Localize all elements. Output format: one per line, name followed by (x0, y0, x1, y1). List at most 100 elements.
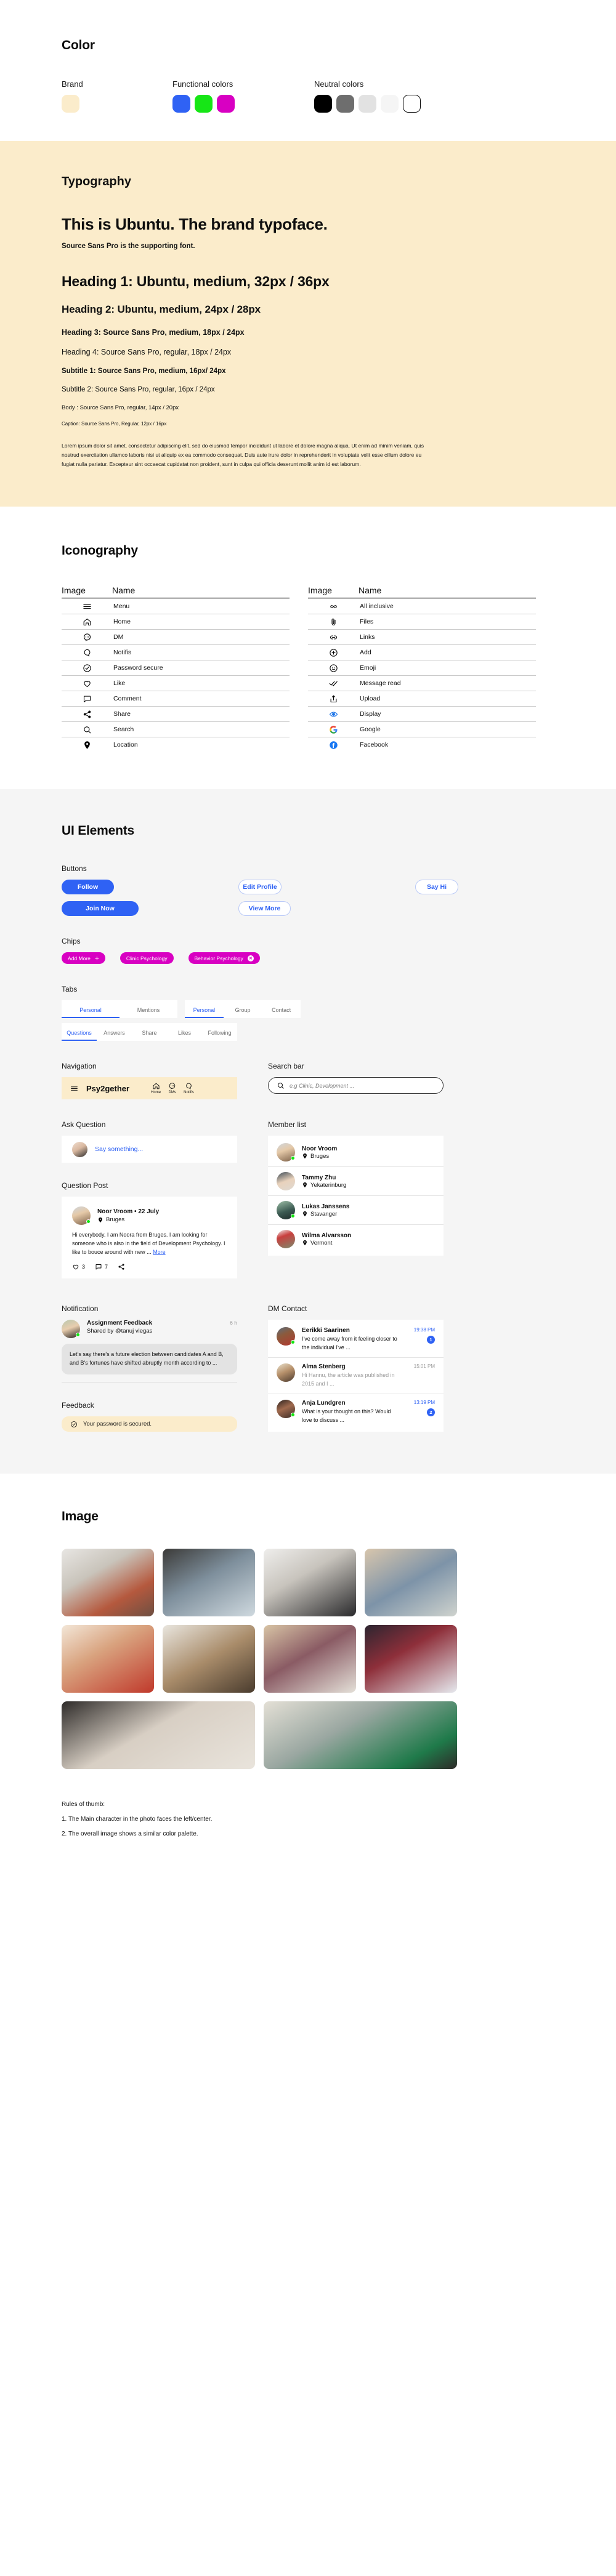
color-swatch[interactable] (195, 95, 213, 113)
chip-list: Add More + Clinic Psychology Behavior Ps… (62, 952, 554, 965)
photo-thumbnail[interactable] (264, 1701, 457, 1770)
color-swatch[interactable] (336, 95, 354, 113)
photo-thumbnail[interactable] (365, 1549, 457, 1617)
check-circle-icon (71, 1421, 77, 1427)
post-more-link[interactable]: More (153, 1249, 166, 1255)
photo-thumbnail[interactable] (62, 1549, 154, 1617)
member-location-text: Stavanger (310, 1210, 338, 1218)
post-author-name: Noor Vroom (97, 1208, 133, 1216)
photo-thumbnail[interactable] (163, 1549, 255, 1617)
chip-behavior-psychology[interactable]: Behavior Psychology ✕ (188, 952, 260, 965)
close-icon[interactable]: ✕ (247, 955, 254, 961)
comment-action[interactable]: 7 (95, 1263, 108, 1270)
tab-share[interactable]: Share (132, 1030, 167, 1041)
follow-button[interactable]: Follow (62, 880, 114, 895)
notification-dm-row: Notification Assignment Feedback Shared … (62, 1304, 554, 1432)
dm-icon (169, 1083, 176, 1089)
col-header-image: Image (308, 585, 332, 596)
search-input[interactable] (290, 1082, 435, 1089)
typography-paragraph: Lorem ipsum dolor sit amet, consectetur … (62, 443, 424, 467)
tab-mentions[interactable]: Mentions (120, 1007, 177, 1018)
chip-clinic-psychology[interactable]: Clinic Psychology (120, 952, 174, 965)
color-swatch[interactable] (403, 95, 421, 113)
image-grid (62, 1549, 554, 1770)
icon-name: Search (113, 726, 134, 734)
join-now-button[interactable]: Join Now (62, 901, 139, 917)
icon-name: Notifis (113, 649, 132, 657)
color-swatch[interactable] (381, 95, 399, 113)
nav-item-home[interactable]: Home (151, 1082, 161, 1094)
share-icon (62, 710, 112, 719)
typography-h3-sample: Heading 3: Source Sans Pro, medium, 18px… (62, 328, 245, 337)
list-item[interactable]: Eerikki Saarinen I've come away from it … (268, 1322, 444, 1357)
buttons-group-label: Buttons (62, 864, 87, 873)
avatar[interactable] (72, 1206, 91, 1226)
like-action[interactable]: 3 (72, 1263, 85, 1270)
dm-message: I've come away from it feeling closer to… (302, 1336, 397, 1350)
photo-thumbnail[interactable] (264, 1625, 356, 1693)
color-swatch[interactable] (62, 95, 79, 113)
tab-answers[interactable]: Answers (97, 1030, 132, 1041)
menu-icon[interactable] (70, 1085, 78, 1093)
rules-title: Rules of thumb: (62, 1801, 105, 1808)
online-status-dot (76, 1333, 80, 1338)
tab-questions[interactable]: Questions (62, 1030, 97, 1041)
icon-row: DM (62, 629, 290, 644)
color-group-label: Brand (62, 79, 83, 89)
say-hi-button[interactable]: Say Hi (415, 880, 458, 895)
col-header-name: Name (112, 585, 136, 596)
dm-meta: 13:19 PM 2 (405, 1400, 435, 1417)
icon-tables: Image Name Menu Home DM Notifis Password… (62, 585, 554, 752)
button-grid: Follow Edit Profile Say Hi Join Now View… (62, 880, 554, 917)
plus-icon[interactable]: + (95, 955, 99, 962)
icon-row: All inclusive (308, 598, 536, 614)
tab-following[interactable]: Following (202, 1030, 237, 1041)
icon-row: Emoji (308, 660, 536, 675)
tab-contact[interactable]: Contact (262, 1007, 301, 1018)
avatar[interactable] (62, 1320, 80, 1339)
tabs-group-label: Tabs (62, 985, 78, 994)
tab-personal[interactable]: Personal (185, 1007, 224, 1019)
ask-question-card[interactable]: Say something... (62, 1136, 237, 1163)
list-item[interactable]: Lukas Janssens Stavanger (268, 1195, 444, 1224)
photo-thumbnail[interactable] (264, 1549, 356, 1617)
tab-group[interactable]: Group (224, 1007, 262, 1018)
color-swatch[interactable] (359, 95, 376, 113)
share-action[interactable] (118, 1263, 125, 1270)
link-icon (308, 633, 359, 642)
avatar (277, 1400, 295, 1419)
color-swatch[interactable] (314, 95, 332, 113)
typography-h1-sample: Heading 1: Ubuntu, medium, 32px / 36px (62, 273, 330, 289)
typography-subtitle2-sample: Subtitle 2: Source Sans Pro, regular, 16… (62, 386, 215, 393)
photo-thumbnail[interactable] (62, 1701, 255, 1770)
ui-elements-title: UI Elements (62, 824, 135, 838)
notification-group: Notification Assignment Feedback Shared … (62, 1304, 237, 1432)
list-item[interactable]: Alma Stenberg Hi Hannu, the article was … (268, 1357, 444, 1394)
color-swatch[interactable] (172, 95, 190, 113)
list-item[interactable]: Wilma Alvarsson Vermont (268, 1224, 444, 1253)
tab-likes[interactable]: Likes (167, 1030, 202, 1041)
dm-contact-label: DM Contact (268, 1304, 307, 1314)
edit-profile-button[interactable]: Edit Profile (238, 880, 282, 895)
icon-name: Emoji (360, 664, 376, 672)
tab-personal[interactable]: Personal (62, 1007, 120, 1019)
member-name: Noor Vroom (302, 1145, 338, 1152)
icon-row: Google (308, 721, 536, 737)
chips-group-label: Chips (62, 937, 81, 946)
list-item[interactable]: Tammy Zhu Yekaterinburg (268, 1166, 444, 1195)
search-bar[interactable] (268, 1077, 444, 1094)
view-more-button[interactable]: View More (238, 901, 291, 917)
nav-item-notifis[interactable]: Notifis (184, 1082, 194, 1094)
buttons-group: Buttons Follow Edit Profile Say Hi Join … (62, 864, 554, 917)
tab-row-top: Personal Mentions Personal Group Contact (62, 1000, 554, 1019)
photo-thumbnail[interactable] (163, 1625, 255, 1693)
list-item[interactable]: Anja Lundgren What is your thought on th… (268, 1394, 444, 1430)
nav-item-dms[interactable]: DMs (168, 1082, 176, 1094)
paperclip-icon (308, 617, 359, 627)
color-swatch[interactable] (217, 95, 235, 113)
photo-thumbnail[interactable] (62, 1625, 154, 1693)
chip-add-more[interactable]: Add More + (62, 952, 105, 965)
list-item[interactable]: Noor Vroom Bruges (268, 1138, 444, 1166)
photo-thumbnail[interactable] (365, 1625, 457, 1693)
icon-row: Location (62, 737, 290, 752)
